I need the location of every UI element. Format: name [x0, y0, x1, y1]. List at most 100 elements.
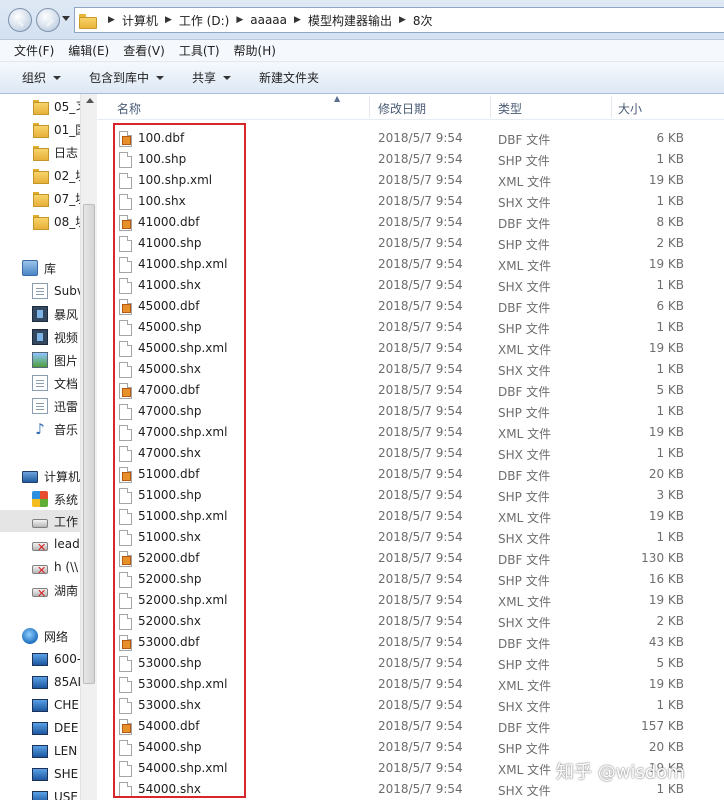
nav-item[interactable]: CHE	[0, 694, 80, 716]
column-size[interactable]: 大小	[618, 100, 642, 117]
file-row[interactable]: 100.dbf 2018/5/7 9:54 DBF 文件 6 KB	[97, 128, 724, 149]
chevron-right-icon[interactable]: ▶	[236, 15, 243, 25]
file-name[interactable]: 54000.shp	[138, 740, 201, 754]
file-name[interactable]: 47000.shp	[138, 404, 201, 418]
breadcrumb-model-output[interactable]: 模型构建器输出	[308, 12, 392, 29]
menu-help[interactable]: 帮助(H)	[234, 42, 276, 59]
file-row[interactable]: 51000.dbf 2018/5/7 9:54 DBF 文件 20 KB	[97, 464, 724, 485]
nav-item[interactable]: 600-	[0, 648, 80, 670]
file-name[interactable]: 100.shp	[138, 152, 186, 166]
file-row[interactable]: 100.shp.xml 2018/5/7 9:54 XML 文件 19 KB	[97, 170, 724, 191]
file-name[interactable]: 41000.shp.xml	[138, 257, 227, 271]
column-divider[interactable]	[369, 96, 370, 118]
file-name[interactable]: 51000.dbf	[138, 467, 199, 481]
file-row[interactable]: 54000.dbf 2018/5/7 9:54 DBF 文件 157 KB	[97, 716, 724, 737]
column-date[interactable]: 修改日期	[378, 100, 426, 117]
nav-item[interactable]: 视频	[0, 326, 80, 348]
nav-item[interactable]: LEN	[0, 740, 80, 762]
file-row[interactable]: 52000.shp 2018/5/7 9:54 SHP 文件 16 KB	[97, 569, 724, 590]
file-row[interactable]: 52000.shp.xml 2018/5/7 9:54 XML 文件 19 KB	[97, 590, 724, 611]
organize-button[interactable]: 组织	[22, 69, 62, 86]
file-name[interactable]: 100.dbf	[138, 131, 184, 145]
file-name[interactable]: 53000.shx	[138, 698, 201, 712]
column-type[interactable]: 类型	[498, 100, 522, 117]
chevron-right-icon[interactable]: ▶	[108, 15, 115, 25]
nav-item[interactable]: 文档	[0, 372, 80, 394]
file-name[interactable]: 51000.shp.xml	[138, 509, 227, 523]
file-row[interactable]: 100.shp 2018/5/7 9:54 SHP 文件 1 KB	[97, 149, 724, 170]
address-bar[interactable]: ▶ 计算机 ▶ 工作 (D:) ▶ aaaaa ▶ 模型构建器输出 ▶ 8次	[74, 7, 724, 33]
nav-item[interactable]: DEE	[0, 717, 80, 739]
file-name[interactable]: 53000.shp	[138, 656, 201, 670]
file-name[interactable]: 52000.shx	[138, 614, 201, 628]
nav-item[interactable]: Subv	[0, 280, 80, 302]
nav-item[interactable]: 库	[0, 257, 80, 279]
column-divider[interactable]	[611, 96, 612, 118]
menu-edit[interactable]: 编辑(E)	[68, 42, 109, 59]
file-row[interactable]: 53000.shp.xml 2018/5/7 9:54 XML 文件 19 KB	[97, 674, 724, 695]
file-row[interactable]: 41000.shp 2018/5/7 9:54 SHP 文件 2 KB	[97, 233, 724, 254]
nav-item[interactable]: 07_块	[0, 187, 80, 209]
file-row[interactable]: 53000.dbf 2018/5/7 9:54 DBF 文件 43 KB	[97, 632, 724, 653]
file-row[interactable]: 45000.dbf 2018/5/7 9:54 DBF 文件 6 KB	[97, 296, 724, 317]
file-row[interactable]: 45000.shx 2018/5/7 9:54 SHX 文件 1 KB	[97, 359, 724, 380]
chevron-right-icon[interactable]: ▶	[165, 15, 172, 25]
nav-item[interactable]: 计算机	[0, 465, 80, 487]
nav-item[interactable]: 湖南	[0, 579, 80, 601]
menu-tools[interactable]: 工具(T)	[179, 42, 220, 59]
nav-item[interactable]: h (\\	[0, 556, 80, 578]
file-row[interactable]: 100.shx 2018/5/7 9:54 SHX 文件 1 KB	[97, 191, 724, 212]
nav-item[interactable]: 暴风	[0, 303, 80, 325]
file-name[interactable]: 54000.dbf	[138, 719, 199, 733]
file-name[interactable]: 52000.dbf	[138, 551, 199, 565]
file-row[interactable]: 51000.shx 2018/5/7 9:54 SHX 文件 1 KB	[97, 527, 724, 548]
breadcrumb-computer[interactable]: 计算机	[122, 12, 158, 29]
menu-file[interactable]: 文件(F)	[14, 42, 54, 59]
file-name[interactable]: 41000.dbf	[138, 215, 199, 229]
nav-scrollbar[interactable]	[80, 94, 97, 800]
file-row[interactable]: 47000.shx 2018/5/7 9:54 SHX 文件 1 KB	[97, 443, 724, 464]
file-row[interactable]: 52000.dbf 2018/5/7 9:54 DBF 文件 130 KB	[97, 548, 724, 569]
chevron-right-icon[interactable]: ▶	[294, 15, 301, 25]
file-name[interactable]: 52000.shp.xml	[138, 593, 227, 607]
file-name[interactable]: 45000.shx	[138, 362, 201, 376]
file-name[interactable]: 41000.shx	[138, 278, 201, 292]
file-row[interactable]: 41000.dbf 2018/5/7 9:54 DBF 文件 8 KB	[97, 212, 724, 233]
file-name[interactable]: 52000.shp	[138, 572, 201, 586]
nav-item[interactable]: 08_块	[0, 210, 80, 232]
nav-item[interactable]: 日志	[0, 141, 80, 163]
chevron-right-icon[interactable]: ▶	[399, 15, 406, 25]
file-row[interactable]: 53000.shp 2018/5/7 9:54 SHP 文件 5 KB	[97, 653, 724, 674]
menu-view[interactable]: 查看(V)	[123, 42, 165, 59]
nav-item[interactable]: USE	[0, 786, 80, 800]
file-name[interactable]: 53000.shp.xml	[138, 677, 227, 691]
recent-pages-dropdown[interactable]	[62, 16, 70, 21]
file-row[interactable]: 51000.shp 2018/5/7 9:54 SHP 文件 3 KB	[97, 485, 724, 506]
nav-item[interactable]: 02_块	[0, 164, 80, 186]
nav-item[interactable]: SHE	[0, 763, 80, 785]
nav-item[interactable]: 图片	[0, 349, 80, 371]
new-folder-button[interactable]: 新建文件夹	[259, 69, 319, 86]
file-name[interactable]: 100.shp.xml	[138, 173, 212, 187]
file-row[interactable]: 47000.dbf 2018/5/7 9:54 DBF 文件 5 KB	[97, 380, 724, 401]
file-row[interactable]: 45000.shp 2018/5/7 9:54 SHP 文件 1 KB	[97, 317, 724, 338]
file-row[interactable]: 45000.shp.xml 2018/5/7 9:54 XML 文件 19 KB	[97, 338, 724, 359]
file-name[interactable]: 53000.dbf	[138, 635, 199, 649]
nav-item[interactable]: lead	[0, 533, 80, 555]
nav-item[interactable]: 工作	[0, 510, 80, 532]
file-row[interactable]: 41000.shx 2018/5/7 9:54 SHX 文件 1 KB	[97, 275, 724, 296]
nav-item[interactable]: 网络	[0, 625, 80, 647]
breadcrumb-aaaaa[interactable]: aaaaa	[250, 13, 287, 27]
file-row[interactable]: 52000.shx 2018/5/7 9:54 SHX 文件 2 KB	[97, 611, 724, 632]
file-name[interactable]: 51000.shx	[138, 530, 201, 544]
file-row[interactable]: 41000.shp.xml 2018/5/7 9:54 XML 文件 19 KB	[97, 254, 724, 275]
file-name[interactable]: 54000.shx	[138, 782, 201, 796]
file-name[interactable]: 51000.shp	[138, 488, 201, 502]
file-row[interactable]: 51000.shp.xml 2018/5/7 9:54 XML 文件 19 KB	[97, 506, 724, 527]
file-row[interactable]: 47000.shp.xml 2018/5/7 9:54 XML 文件 19 KB	[97, 422, 724, 443]
file-name[interactable]: 47000.shx	[138, 446, 201, 460]
file-name[interactable]: 54000.shp.xml	[138, 761, 227, 775]
back-button[interactable]	[8, 8, 32, 32]
nav-item[interactable]: ♪ 音乐	[0, 418, 80, 440]
file-row[interactable]: 53000.shx 2018/5/7 9:54 SHX 文件 1 KB	[97, 695, 724, 716]
